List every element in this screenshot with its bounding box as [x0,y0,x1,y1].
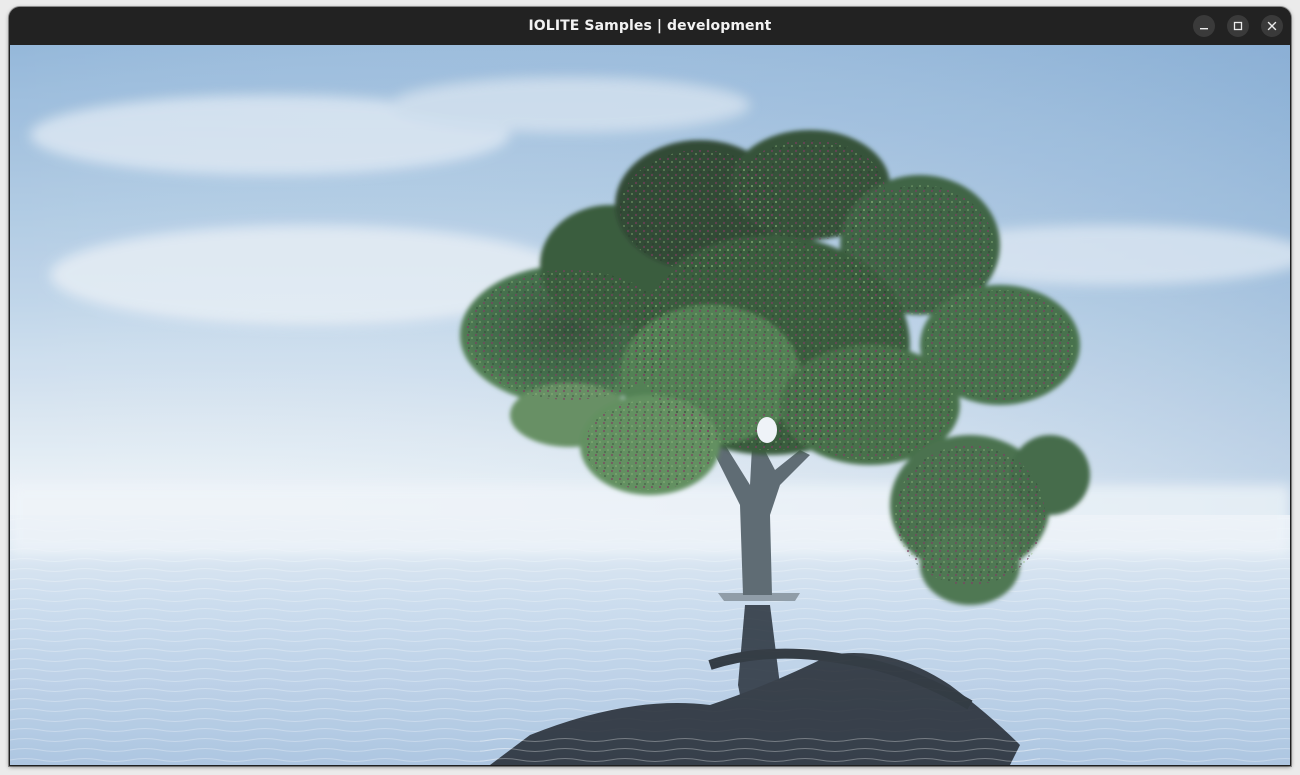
minimize-icon [1200,28,1208,30]
close-button[interactable] [1261,15,1283,37]
close-icon [1267,21,1277,31]
window-title: IOLITE Samples | development [528,18,772,34]
render-viewport[interactable] [10,45,1290,765]
title-bar[interactable]: IOLITE Samples | development [9,7,1291,45]
app-window: IOLITE Samples | development [9,7,1291,766]
minimize-button[interactable] [1193,15,1215,37]
maximize-button[interactable] [1227,15,1249,37]
maximize-icon [1233,21,1243,31]
3d-scene [10,45,1290,765]
